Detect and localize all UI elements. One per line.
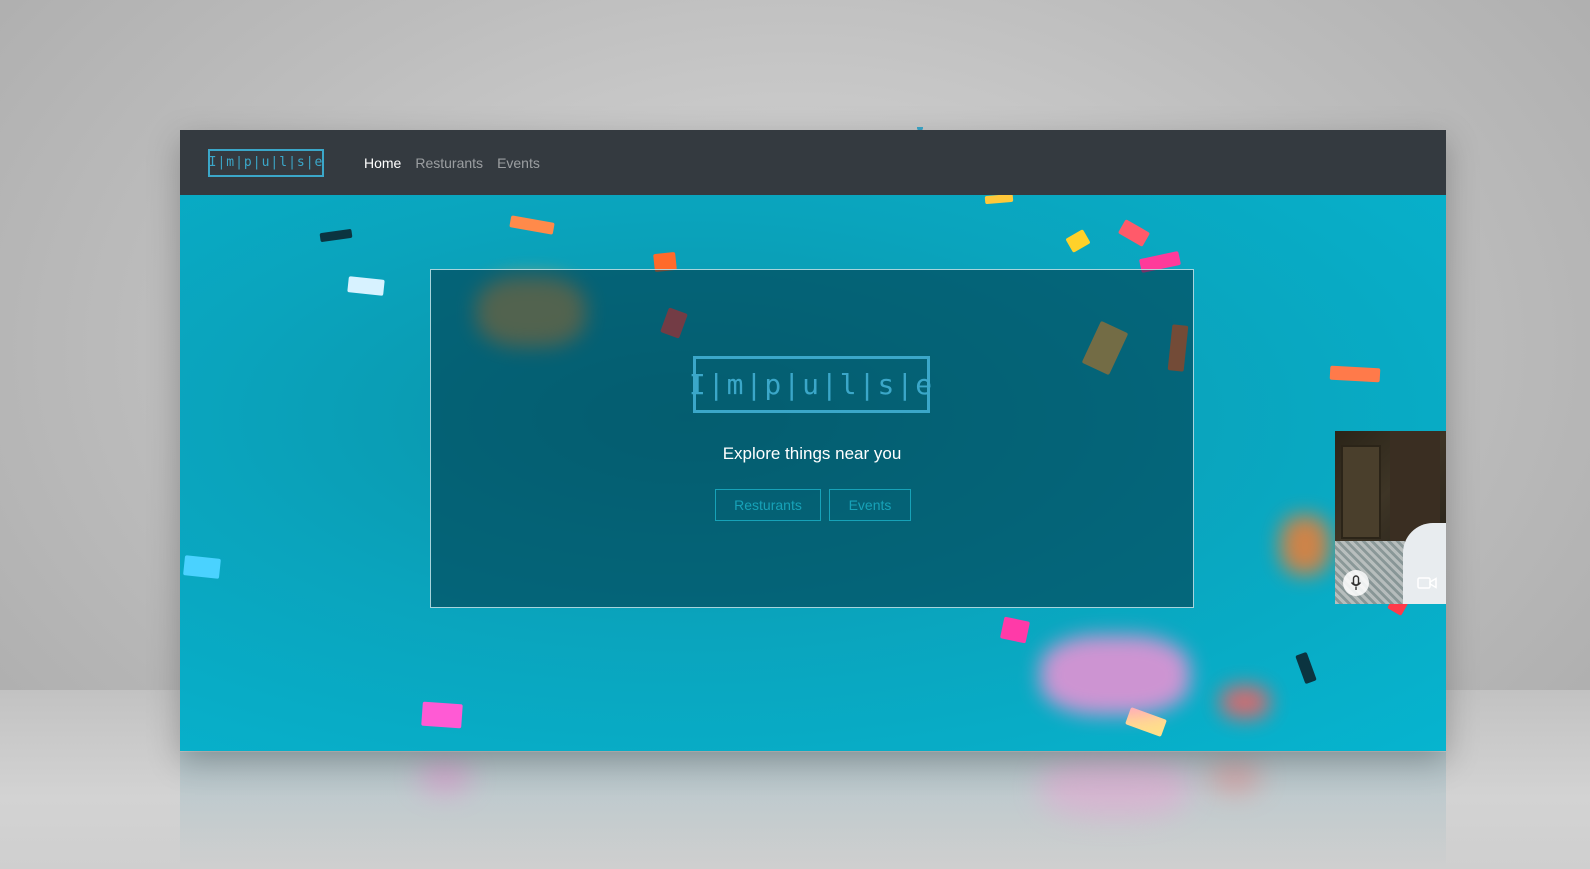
hero-panel: I|m|p|u|l|s|e Explore things near you Re… xyxy=(430,269,1194,608)
confetti xyxy=(1040,635,1190,715)
restaurants-button[interactable]: Resturants xyxy=(715,489,821,521)
confetti xyxy=(1329,365,1381,383)
confetti xyxy=(984,195,1014,205)
browser-window: I|m|p|u|l|s|e Home Resturants Events I|m… xyxy=(180,130,1446,751)
confetti xyxy=(509,215,555,235)
video-background-chair xyxy=(1335,541,1405,604)
window-reflection xyxy=(180,752,1446,869)
confetti xyxy=(1117,219,1151,247)
nav-item-restaurants[interactable]: Resturants xyxy=(415,155,483,171)
confetti xyxy=(1295,651,1317,685)
microphone-icon[interactable] xyxy=(1343,570,1369,596)
confetti xyxy=(1280,515,1330,575)
video-camera-icon[interactable] xyxy=(1414,570,1440,596)
confetti xyxy=(319,228,353,243)
confetti xyxy=(1220,685,1270,719)
video-call-preview[interactable] xyxy=(1335,431,1446,604)
navbar-logo[interactable]: I|m|p|u|l|s|e xyxy=(208,148,324,177)
hero-logo: I|m|p|u|l|s|e xyxy=(689,356,932,413)
confetti xyxy=(421,701,463,729)
nav-item-events[interactable]: Events xyxy=(497,155,540,171)
hero-tagline: Explore things near you xyxy=(722,444,902,463)
events-button[interactable]: Events xyxy=(829,489,911,521)
confetti xyxy=(999,616,1031,644)
navbar: I|m|p|u|l|s|e Home Resturants Events xyxy=(180,130,1446,195)
nav-links: Home Resturants Events xyxy=(364,155,540,171)
video-background-shelf xyxy=(1341,445,1381,539)
confetti xyxy=(183,555,221,579)
confetti xyxy=(1065,229,1091,253)
nav-item-home[interactable]: Home xyxy=(364,155,401,171)
confetti xyxy=(347,276,385,296)
hero-section: I|m|p|u|l|s|e Explore things near you Re… xyxy=(180,195,1446,751)
